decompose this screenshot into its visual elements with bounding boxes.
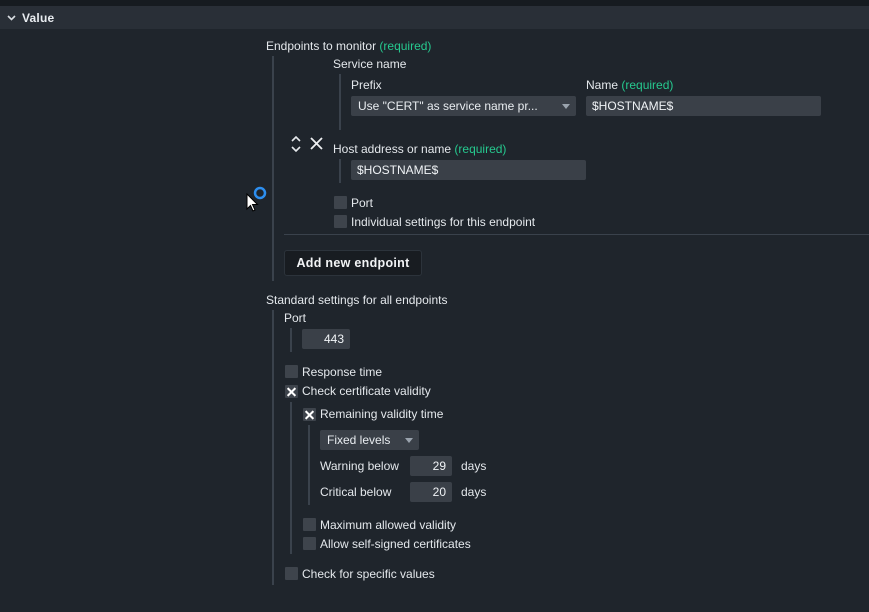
- check-cert-label: Check certificate validity: [302, 384, 431, 398]
- individual-settings-label: Individual settings for this endpoint: [351, 215, 536, 229]
- remaining-guide-line: [308, 425, 310, 505]
- standard-settings-label: Standard settings for all endpoints: [266, 293, 448, 307]
- service-name-guide-line: [339, 74, 341, 130]
- dropdown-caret-icon: [405, 438, 413, 443]
- service-name-name-label: Name (required): [586, 78, 674, 92]
- port-guide-line: [290, 328, 292, 352]
- standard-port-label: Port: [284, 311, 307, 325]
- individual-settings-checkbox[interactable]: [334, 215, 347, 228]
- check-cert-guide-line: [290, 402, 292, 554]
- critical-unit: days: [461, 485, 487, 499]
- endpoint-port-label: Port: [351, 196, 374, 210]
- self-signed-checkbox[interactable]: [303, 537, 316, 550]
- value-section-header[interactable]: Value: [0, 6, 869, 29]
- prefix-select[interactable]: Use "CERT" as service name pr...: [351, 96, 576, 116]
- port-input[interactable]: 443: [302, 329, 350, 349]
- endpoints-label: Endpoints to monitor (required): [266, 39, 432, 53]
- prefix-label: Prefix: [351, 78, 382, 92]
- warning-input[interactable]: 29: [410, 456, 452, 476]
- response-time-label: Response time: [302, 365, 383, 379]
- service-name-label: Service name: [333, 57, 407, 71]
- add-endpoint-button[interactable]: Add new endpoint: [284, 250, 422, 276]
- endpoint-divider: [284, 234, 869, 235]
- response-time-checkbox[interactable]: [285, 365, 298, 378]
- specific-values-checkbox[interactable]: [285, 567, 298, 580]
- max-validity-label: Maximum allowed validity: [320, 518, 457, 532]
- delete-endpoint-icon[interactable]: [309, 136, 324, 151]
- service-name-input[interactable]: $HOSTNAME$: [586, 96, 821, 116]
- specific-values-label: Check for specific values: [302, 567, 435, 581]
- max-validity-checkbox[interactable]: [303, 518, 316, 531]
- standard-guide-line: [272, 310, 274, 585]
- self-signed-label: Allow self-signed certificates: [320, 537, 471, 551]
- remaining-validity-label: Remaining validity time: [320, 407, 444, 421]
- critical-input[interactable]: 20: [410, 482, 452, 502]
- chevron-down-icon[interactable]: [0, 6, 22, 29]
- loading-ring-icon: [253, 186, 267, 200]
- critical-label: Critical below: [320, 485, 392, 499]
- remaining-validity-checkbox[interactable]: [303, 408, 316, 421]
- section-title: Value: [22, 10, 55, 25]
- host-label: Host address or name (required): [333, 142, 507, 156]
- host-input[interactable]: $HOSTNAME$: [351, 160, 586, 180]
- endpoints-guide-line: [272, 56, 274, 281]
- warning-label: Warning below: [320, 459, 399, 473]
- warning-unit: days: [461, 459, 487, 473]
- host-guide-line: [339, 159, 341, 183]
- check-cert-checkbox[interactable]: [285, 385, 298, 398]
- endpoint-port-checkbox[interactable]: [334, 196, 347, 209]
- levels-select[interactable]: Fixed levels: [320, 430, 419, 450]
- dropdown-caret-icon: [562, 104, 570, 109]
- reorder-icon[interactable]: [289, 134, 303, 154]
